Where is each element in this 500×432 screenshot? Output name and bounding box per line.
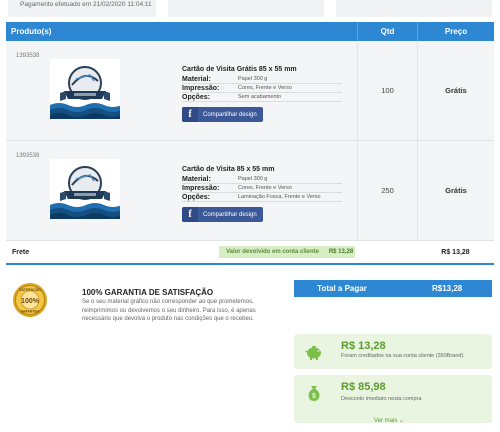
- share-label: Compartilhar design: [203, 111, 257, 118]
- attr-value: Laminação Fosca, Frente e Verso: [238, 194, 321, 200]
- product-thumbnail[interactable]: [50, 59, 120, 119]
- refund-badge: Valor devolvido em conta cliente R$ 13,2…: [219, 246, 355, 258]
- shipping-label: Frete: [12, 248, 30, 256]
- attr-value: Papel 300 g: [238, 176, 268, 182]
- order-table: Produto(s) Qtd Preço 1393538 Cartão de V…: [6, 22, 494, 265]
- top-summary-strip: Pagamento efetuado em 21/02/2020 11:04:1…: [0, 0, 500, 20]
- header-qty: Qtd: [357, 22, 417, 41]
- attr-key: Impressão:: [182, 84, 220, 92]
- total-bar: Total a Pagar R$13,28: [294, 280, 492, 297]
- credit-card-discount: $ R$ 85,98 Desconto imediato nesta compr…: [294, 375, 492, 424]
- attr-key: Opções:: [182, 193, 211, 201]
- credit-amount: R$ 85,98: [341, 381, 386, 393]
- summary-box: [168, 0, 324, 17]
- attr-printing: Impressão: Cores, Frente e Verso: [182, 184, 342, 193]
- table-row: 1393538 Cartão de Visita Grátis 85 x 55 …: [6, 41, 494, 141]
- attr-options: Opções: Sem acabamento: [182, 93, 342, 102]
- attr-key: Material:: [182, 175, 211, 183]
- price-cell: Grátis: [417, 141, 494, 240]
- credit-description: Foram creditados na sua conta cliente (3…: [341, 353, 465, 359]
- header-product: Produto(s): [11, 27, 52, 36]
- svg-text:$: $: [312, 393, 316, 400]
- shipping-value: R$ 13,28: [441, 248, 470, 256]
- piggy-bank-icon: [305, 346, 321, 360]
- guarantee-text: Se o seu material gráfico não correspond…: [82, 299, 256, 322]
- refund-value: R$ 13,28: [328, 249, 354, 255]
- credit-amount: R$ 13,28: [341, 340, 386, 352]
- qty-cell: 250: [357, 141, 417, 240]
- attr-material: Material: Papel 300 g: [182, 175, 342, 184]
- payment-status-box: Pagamento efetuado em 21/02/2020 11:04:1…: [8, 0, 156, 17]
- product-details: Cartão de Visita Grátis 85 x 55 mm Mater…: [182, 66, 342, 122]
- facebook-icon: f: [182, 107, 198, 122]
- money-bag-icon: $: [308, 386, 320, 401]
- see-more-link[interactable]: Ver mais ⌄: [374, 417, 404, 424]
- share-design-button[interactable]: f Compartilhar design: [182, 107, 263, 122]
- share-design-button[interactable]: f Compartilhar design: [182, 207, 263, 222]
- satisfaction-seal-icon: SATISFAÇÃO 100% GARANTIDA: [13, 283, 47, 317]
- attr-printing: Impressão: Cores, Frente e Verso: [182, 84, 342, 93]
- attr-value: Papel 300 g: [238, 76, 268, 82]
- product-thumbnail[interactable]: [50, 159, 120, 219]
- credit-description: Desconto imediato nesta compra: [341, 396, 422, 402]
- table-header: Produto(s) Qtd Preço: [6, 22, 494, 41]
- attr-key: Material:: [182, 75, 211, 83]
- payment-note: Pagamento efetuado em 21/02/2020 11:04:1…: [20, 1, 152, 8]
- product-details: Cartão de Visita 85 x 55 mm Material: Pa…: [182, 166, 342, 222]
- product-code: 1393539: [16, 153, 40, 159]
- qty-cell: 100: [357, 41, 417, 140]
- product-title: Cartão de Visita Grátis 85 x 55 mm: [182, 66, 297, 73]
- credit-card-account: R$ 13,28 Foram creditados na sua conta c…: [294, 334, 492, 369]
- seal-bottom-text: GARANTIDA: [20, 310, 40, 314]
- attr-value: Cores, Frente e Verso: [238, 85, 292, 91]
- share-label: Compartilhar design: [203, 211, 257, 218]
- shipping-row: Frete Valor devolvido em conta cliente R…: [6, 241, 494, 265]
- seal-center-text: 100%: [21, 298, 40, 305]
- attr-value: Cores, Frente e Verso: [238, 185, 292, 191]
- attr-key: Impressão:: [182, 184, 220, 192]
- attr-options: Opções: Laminação Fosca, Frente e Verso: [182, 193, 342, 202]
- attr-value: Sem acabamento: [238, 94, 282, 100]
- table-row: 1393539 Cartão de Visita 85 x 55 mm Mate…: [6, 141, 494, 241]
- guarantee-title: 100% GARANTIA DE SATISFAÇÃO: [82, 288, 214, 297]
- product-title: Cartão de Visita 85 x 55 mm: [182, 166, 275, 173]
- total-label: Total a Pagar: [317, 284, 367, 293]
- product-code: 1393538: [16, 53, 40, 59]
- product-cell: 1393539 Cartão de Visita 85 x 55 mm Mate…: [6, 141, 357, 240]
- refund-label: Valor devolvido em conta cliente: [225, 249, 319, 255]
- summary-box: [336, 0, 492, 17]
- total-value: R$13,28: [432, 284, 463, 293]
- price-cell: Grátis: [417, 41, 494, 140]
- attr-material: Material: Papel 300 g: [182, 75, 342, 84]
- attr-key: Opções:: [182, 93, 211, 101]
- seal-top-text: SATISFAÇÃO: [19, 287, 41, 292]
- facebook-icon: f: [182, 207, 198, 222]
- header-price: Preço: [417, 22, 494, 41]
- product-cell: 1393538 Cartão de Visita Grátis 85 x 55 …: [6, 41, 357, 140]
